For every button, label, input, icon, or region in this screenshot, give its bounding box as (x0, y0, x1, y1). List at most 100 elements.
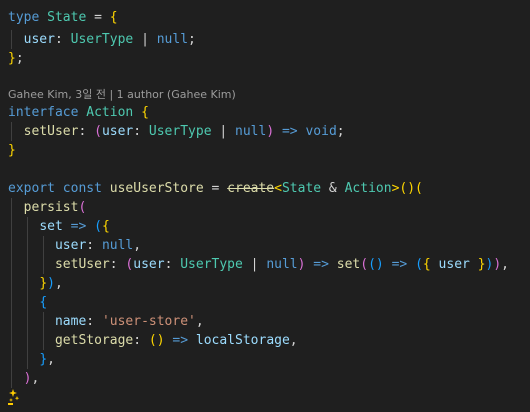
bracket: } (39, 276, 48, 291)
punctuation: ; (188, 32, 196, 47)
identifier: localStorage (195, 333, 290, 348)
lightbulb-sparkle-icon[interactable] (7, 388, 21, 406)
bracket: ) (493, 257, 502, 272)
identifier: useUserStore (109, 181, 204, 196)
keyword-null: null (235, 124, 267, 139)
bracket: ( (415, 257, 423, 272)
type-name: UserType (148, 124, 212, 139)
method-name: setUser (23, 124, 79, 139)
method-name: setUser (54, 257, 110, 272)
bracket: } (477, 257, 486, 272)
operator: = (203, 181, 228, 196)
deprecated-function[interactable]: create (227, 181, 274, 196)
punctuation: ; (336, 124, 345, 139)
type-name: UserType (180, 257, 243, 272)
punctuation: : (86, 238, 102, 253)
bracket: { (422, 257, 431, 272)
keyword-type: type (8, 10, 40, 25)
code-line[interactable]: setUser: (user: UserType | null) => set(… (8, 255, 509, 274)
keyword-void: void (305, 124, 337, 139)
type-name: State (47, 10, 87, 25)
parameter: set (39, 219, 63, 234)
arrow: => (164, 333, 196, 348)
operator: = (86, 10, 110, 25)
punctuation: , (133, 238, 142, 253)
keyword-null: null (101, 238, 134, 253)
property: user (23, 32, 55, 47)
punctuation: , (289, 333, 298, 348)
bracket: ( (78, 200, 87, 215)
code-line[interactable]: interface Action { (8, 103, 149, 122)
type-name: Action (86, 105, 134, 120)
bracket: { (109, 10, 118, 25)
code-line[interactable]: persist( (8, 198, 87, 217)
type-name: UserType (70, 32, 134, 47)
code-line[interactable]: type State = { (8, 8, 118, 27)
bracket: () (368, 257, 384, 272)
arrow: => (383, 257, 416, 272)
property: user (438, 257, 470, 272)
property: user (54, 238, 87, 253)
code-line[interactable]: { (8, 293, 47, 312)
arrow: => (274, 124, 306, 139)
bracket: ) (266, 124, 275, 139)
punctuation: , (195, 314, 204, 329)
function-call: set (336, 257, 361, 272)
keyword-null: null (156, 32, 189, 47)
parameter: user (101, 124, 134, 139)
punctuation: : (133, 333, 149, 348)
keyword-const: const (62, 181, 102, 196)
string-literal: 'user-store' (101, 314, 196, 329)
code-line[interactable]: }), (8, 274, 63, 293)
punctuation: : (86, 314, 102, 329)
operator: | (211, 124, 236, 139)
bracket: < (274, 181, 282, 196)
bracket: } (8, 143, 16, 158)
code-line[interactable]: setUser: (user: UserType | null) => void… (8, 122, 345, 141)
function-call: persist (23, 200, 79, 215)
code-line[interactable]: getStorage: () => localStorage, (8, 331, 298, 350)
punctuation: , (31, 371, 40, 386)
punctuation: , (501, 257, 509, 272)
bracket: ( (360, 257, 369, 272)
parameter: user (133, 257, 165, 272)
punctuation: ; (15, 51, 24, 66)
type-name: Action (344, 181, 392, 196)
bracket: () (148, 333, 165, 348)
bracket: { (39, 295, 48, 310)
arrow: => (62, 219, 95, 234)
punctuation: , (47, 352, 55, 367)
code-line[interactable]: } (8, 141, 16, 160)
property: name (54, 314, 87, 329)
git-blame-codelens[interactable]: Gahee Kim, 3일 전 | 1 author (Gahee Kim) (8, 88, 236, 102)
operator: | (242, 257, 267, 272)
bracket: ) (47, 276, 55, 291)
punctuation: : (133, 124, 149, 139)
bracket: { (101, 219, 110, 234)
keyword-export: export (8, 181, 55, 196)
code-line[interactable]: export const useUserStore = create<State… (8, 179, 423, 198)
punctuation: : (54, 32, 71, 47)
punctuation: , (54, 276, 63, 291)
code-line[interactable]: }; (8, 49, 24, 68)
code-line[interactable]: name: 'user-store', (8, 312, 204, 331)
bracket: { (141, 105, 149, 120)
method-name: getStorage (54, 333, 134, 348)
code-line[interactable]: user: null, (8, 236, 141, 255)
code-line[interactable]: set => ({ (8, 217, 110, 236)
code-editor[interactable]: type State = { user: UserType | null; };… (0, 0, 530, 412)
code-line[interactable]: user: UserType | null; (8, 30, 196, 49)
bracket: ( (94, 219, 102, 234)
code-line[interactable]: }, (8, 350, 55, 369)
punctuation: : (164, 257, 181, 272)
bracket: } (8, 51, 16, 66)
punctuation: : (109, 257, 126, 272)
operator: | (133, 32, 157, 47)
bracket: ( (94, 124, 102, 139)
punctuation: : (78, 124, 95, 139)
bracket: } (39, 352, 48, 367)
keyword-interface: interface (8, 105, 79, 120)
type-name: State (281, 181, 322, 196)
operator: & (321, 181, 345, 196)
code-line[interactable]: ), (8, 369, 40, 388)
